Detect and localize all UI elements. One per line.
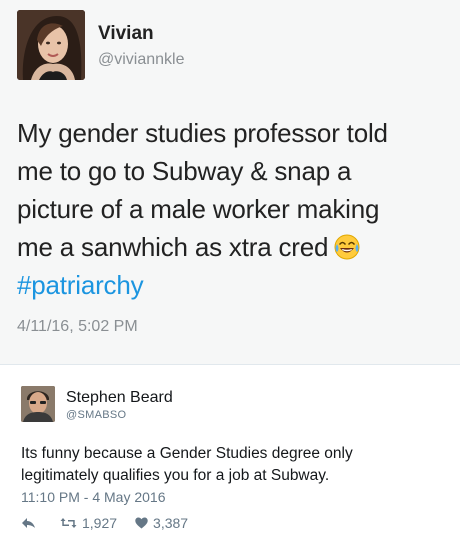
retweet-icon — [60, 517, 77, 529]
stephen-avatar[interactable] — [21, 386, 55, 422]
reply-author-name[interactable]: Stephen Beard — [66, 389, 173, 407]
reply-icon — [21, 517, 36, 529]
laughing-crying-emoji-icon — [334, 232, 360, 260]
tweet-timestamp[interactable]: 4/11/16, 5:02 PM — [17, 318, 138, 336]
reply-author-handle[interactable]: @SMABSO — [66, 409, 126, 421]
like-count: 3,387 — [153, 515, 189, 531]
author-handle[interactable]: @viviannkle — [98, 51, 185, 69]
divider — [0, 364, 460, 365]
tweet-actions: 1,927 3,387 — [21, 513, 188, 533]
main-tweet: Vivian @viviannkle My gender studies pro… — [0, 0, 460, 364]
tweet-text-line: me to go to Subway & snap a — [17, 156, 352, 186]
screenshot: Vivian @viviannkle My gender studies pro… — [0, 0, 460, 550]
tweet-text-line: picture of a male worker making — [17, 194, 380, 224]
reply-timestamp[interactable]: 11:10 PM - 4 May 2016 — [21, 489, 165, 505]
reply-text-line: Its funny because a Gender Studies degre… — [21, 445, 353, 462]
heart-icon — [135, 517, 148, 529]
retweet-count: 1,927 — [82, 515, 118, 531]
reply-text: Its funny because a Gender Studies degre… — [21, 443, 446, 487]
tweet-text-line-with-emoji: me a sanwhich as xtra cred — [17, 228, 447, 266]
tweet-text-segment: me a sanwhich as xtra cred — [17, 232, 329, 262]
like-button[interactable]: 3,387 — [135, 515, 188, 531]
reply-text-line: legitimately qualifies you for a job at … — [21, 467, 330, 484]
hashtag-link[interactable]: #patriarchy — [17, 266, 447, 304]
retweet-button[interactable]: 1,927 — [60, 515, 117, 531]
author-name[interactable]: Vivian — [98, 23, 154, 45]
reply-button[interactable] — [21, 517, 36, 529]
vivian-avatar[interactable] — [17, 10, 85, 80]
tweet-text: My gender studies professor told me to g… — [17, 114, 447, 304]
tweet-text-line: My gender studies professor told — [17, 118, 388, 148]
